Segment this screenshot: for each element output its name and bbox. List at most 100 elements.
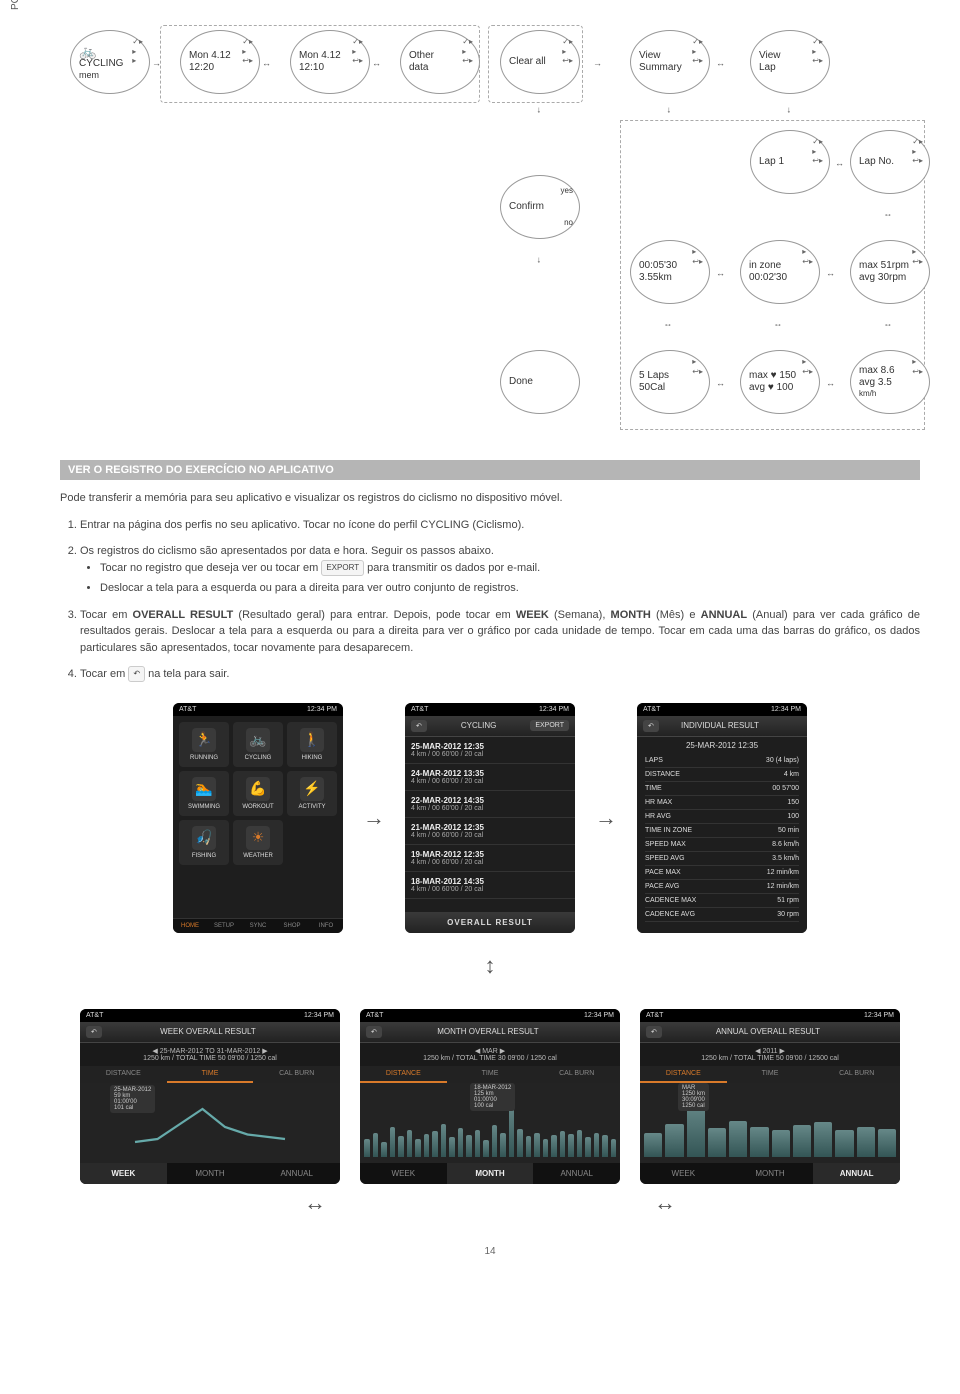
row-date: 18-MAR-2012 14:35 <box>411 877 569 886</box>
row-date: 24-MAR-2012 13:35 <box>411 769 569 778</box>
row-meta: 4 km / 00 60'00 / 20 cal <box>411 751 569 758</box>
period-annual[interactable]: ANNUAL <box>253 1163 340 1184</box>
cell-label: ACTIVITY <box>298 804 325 810</box>
period-annual[interactable]: ANNUAL <box>813 1163 900 1184</box>
period-week[interactable]: WEEK <box>640 1163 727 1184</box>
activity-icon: ⚡ <box>300 777 324 801</box>
node-distance-time: 00:05'30 3.55km ▸↩▸ <box>630 240 710 304</box>
list-item[interactable]: 25-MAR-2012 12:354 km / 00 60'00 / 20 ca… <box>405 737 575 764</box>
chart-area: MAR 1250 km 30:09'00 1250 cal <box>640 1083 900 1163</box>
period-month[interactable]: MONTH <box>447 1163 534 1184</box>
tab-distance[interactable]: DISTANCE <box>360 1066 447 1083</box>
tab-setup[interactable]: SETUP <box>207 919 241 933</box>
period-month[interactable]: MONTH <box>167 1163 254 1184</box>
result-row: LAPS30 (4 laps) <box>645 754 799 768</box>
chart-totals: 1250 km / TOTAL TIME 50 09'00 / 12500 ca… <box>701 1055 839 1062</box>
node-mon-1210: Mon 4.12 12:10 ✓▸▸↩▸ <box>290 30 370 94</box>
list-item[interactable]: 19-MAR-2012 12:354 km / 00 60'00 / 20 ca… <box>405 845 575 872</box>
metric-tabs: DISTANCE TIME CAL BURN <box>640 1066 900 1083</box>
peak-label: MAR 1250 km 30:09'00 1250 cal <box>678 1083 709 1111</box>
tab-distance[interactable]: DISTANCE <box>640 1066 727 1083</box>
export-icon: EXPORT <box>321 560 364 576</box>
row-meta: 4 km / 00 60'00 / 20 cal <box>411 778 569 785</box>
profile-swimming[interactable]: 🏊SWIMMING <box>179 771 229 816</box>
nav-arrows: ✓▸▸↩▸ <box>812 37 823 66</box>
fishing-icon: 🎣 <box>192 826 216 850</box>
tab-distance[interactable]: DISTANCE <box>80 1066 167 1083</box>
tab-bar: HOME SETUP SYNC SHOP INFO <box>173 918 343 933</box>
step-text-a: Tocar em <box>80 668 125 680</box>
running-icon: 🏃 <box>192 728 216 752</box>
list-item[interactable]: 18-MAR-2012 14:354 km / 00 60'00 / 20 ca… <box>405 872 575 899</box>
profile-fishing[interactable]: 🎣FISHING <box>179 820 229 865</box>
metric-tabs: DISTANCE TIME CAL BURN <box>80 1066 340 1083</box>
back-button[interactable]: ↶ <box>86 1026 102 1038</box>
profile-activity[interactable]: ⚡ ACTIVITY <box>287 771 337 816</box>
status-bar: AT&T 12:34 PM <box>80 1009 340 1022</box>
period-month[interactable]: MONTH <box>727 1163 814 1184</box>
profile-workout[interactable]: 💪WORKOUT <box>233 771 283 816</box>
profile-cycling[interactable]: 🚲CYCLING <box>233 722 283 767</box>
workout-icon: 💪 <box>246 777 270 801</box>
step-text-b: na tela para sair. <box>148 668 229 680</box>
screen-header: ↶ MONTH OVERALL RESULT <box>360 1022 620 1043</box>
nav-arrows: ✓▸▸↩▸ <box>692 37 703 66</box>
row-date: 22-MAR-2012 14:35 <box>411 796 569 805</box>
screen-cycling-list: AT&T 12:34 PM ↶ CYCLING EXPORT 25-MAR-20… <box>405 703 575 933</box>
step-2: Os registros do ciclismo são apresentado… <box>80 543 920 597</box>
row-date: 19-MAR-2012 12:35 <box>411 850 569 859</box>
overall-result-button[interactable]: OVERALL RESULT <box>405 912 575 933</box>
screen-title: INDIVIDUAL RESULT <box>681 721 759 730</box>
profile-weather[interactable]: ☀WEATHER <box>233 820 283 865</box>
profile-hiking[interactable]: 🚶HIKING <box>287 722 337 767</box>
time: 12:34 PM <box>539 706 569 713</box>
chart-area: 25-MAR-2012 59 km 01:00'00 101 cal <box>80 1083 340 1163</box>
screen-month-overall: AT&T 12:34 PM ↶ MONTH OVERALL RESULT ◀ M… <box>360 1009 620 1184</box>
profile-running[interactable]: 🏃RUNNING <box>179 722 229 767</box>
period-tabs: WEEK MONTH ANNUAL <box>80 1163 340 1184</box>
tab-shop[interactable]: SHOP <box>275 919 309 933</box>
result-row: HR MAX150 <box>645 796 799 810</box>
nav-arrows: ▸↩▸ <box>802 357 813 376</box>
nav-arrows: ▸↩▸ <box>802 247 813 266</box>
chart-totals: 1250 km / TOTAL TIME 30 09'00 / 1250 cal <box>423 1055 557 1062</box>
screen-header: ↶ CYCLING EXPORT <box>405 716 575 737</box>
nav-arrows: ▸↩▸ <box>912 357 923 376</box>
status-bar: AT&T 12:34 PM <box>405 703 575 716</box>
nav-arrows: ▸↩▸ <box>912 247 923 266</box>
list-item[interactable]: 21-MAR-2012 12:354 km / 00 60'00 / 20 ca… <box>405 818 575 845</box>
tab-calburn[interactable]: CAL BURN <box>533 1066 620 1083</box>
node-text: Confirm <box>509 201 579 213</box>
node-laps-cal: 5 Laps 50Cal ▸↩▸ <box>630 350 710 414</box>
tab-calburn[interactable]: CAL BURN <box>253 1066 340 1083</box>
status-bar: AT&T 12:34 PM <box>637 703 807 716</box>
period-annual[interactable]: ANNUAL <box>533 1163 620 1184</box>
nav-arrows: ▸↩▸ <box>692 357 703 376</box>
confirm-yes: yes <box>561 186 573 196</box>
back-button[interactable]: ↶ <box>366 1026 382 1038</box>
node-lap-no: Lap No. ✓▸▸↩▸ <box>850 130 930 194</box>
back-button[interactable]: ↶ <box>646 1026 662 1038</box>
list-item[interactable]: 24-MAR-2012 13:354 km / 00 60'00 / 20 ca… <box>405 764 575 791</box>
back-button[interactable]: ↶ <box>643 720 659 732</box>
tab-time[interactable]: TIME <box>447 1066 534 1083</box>
node-view-lap: View Lap ✓▸▸↩▸ <box>750 30 830 94</box>
list-item[interactable]: 22-MAR-2012 14:354 km / 00 60'00 / 20 ca… <box>405 791 575 818</box>
result-row: CADENCE MAX51 rpm <box>645 894 799 908</box>
back-button[interactable]: ↶ <box>411 720 427 732</box>
bullet-text-a: Tocar no registro que deseja ver ou toca… <box>100 562 318 574</box>
tab-home[interactable]: HOME <box>173 919 207 933</box>
period-week[interactable]: WEEK <box>80 1163 167 1184</box>
export-button[interactable]: EXPORT <box>530 720 569 731</box>
result-row: SPEED MAX8.6 km/h <box>645 838 799 852</box>
step-text: Os registros do ciclismo são apresentado… <box>80 545 494 557</box>
tab-time[interactable]: TIME <box>727 1066 814 1083</box>
tab-calburn[interactable]: CAL BURN <box>813 1066 900 1083</box>
period-week[interactable]: WEEK <box>360 1163 447 1184</box>
tab-time[interactable]: TIME <box>167 1066 254 1083</box>
tab-info[interactable]: INFO <box>309 919 343 933</box>
nav-arrows: ✓▸▸↩▸ <box>242 37 253 66</box>
carrier: AT&T <box>411 706 428 713</box>
node-clear-all: Clear all ✓▸▸↩▸ <box>500 30 580 94</box>
tab-sync[interactable]: SYNC <box>241 919 275 933</box>
